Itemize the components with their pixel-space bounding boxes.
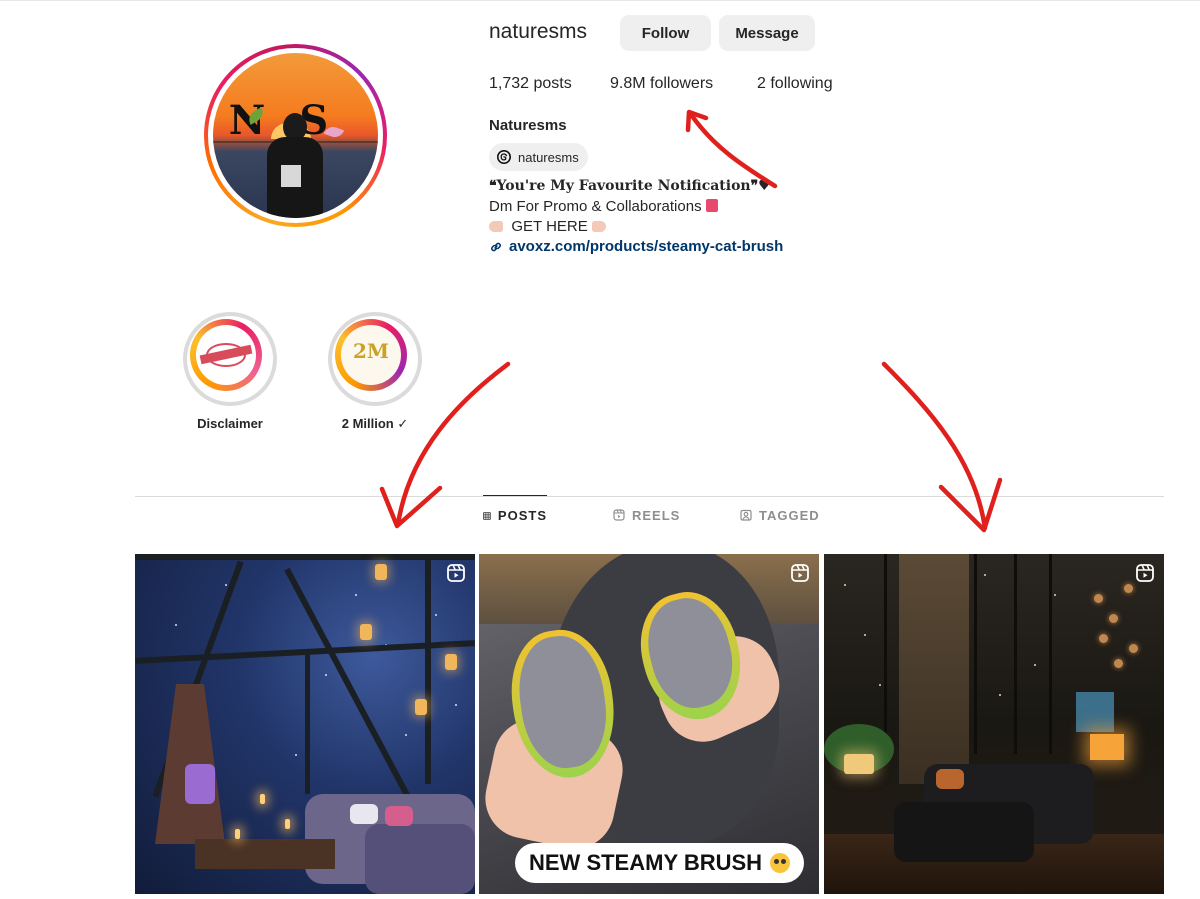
coffee-table — [195, 839, 335, 869]
tagged-icon — [740, 509, 752, 521]
bio-line-3-text: GET HERE — [511, 218, 588, 235]
disclaimer-stamp-icon — [190, 319, 262, 391]
pointing-hand-icon — [591, 221, 606, 232]
reel-icon — [1136, 564, 1154, 582]
bio-line-1: ❝You're My Favourite Notification❞♥ — [489, 178, 771, 194]
2m-gold-icon: 2M — [335, 319, 407, 391]
posts-count: 1,732 posts — [489, 75, 572, 92]
top-divider — [0, 0, 1200, 1]
tab-reels-label: REELS — [632, 507, 681, 523]
arrow-to-followers — [687, 110, 778, 189]
highlight-2-million[interactable]: 2M 2 Million ✓ — [328, 312, 422, 432]
table-lamp — [844, 754, 874, 774]
reel-icon — [447, 564, 465, 582]
profile-username: naturesms — [489, 20, 588, 43]
highlight-ring — [183, 312, 277, 406]
pointing-hand-icon — [489, 221, 503, 232]
reel-icon — [791, 564, 809, 582]
mailbox-icon — [705, 199, 718, 212]
tab-tagged-label: TAGGED — [759, 507, 820, 523]
highlight-ring: 2M — [328, 312, 422, 406]
bio-line-3: GET HERE — [489, 218, 606, 235]
fireplace-flame — [1090, 734, 1124, 760]
following-count[interactable]: 2 following — [757, 75, 833, 93]
bio-website-url[interactable]: avoxz.com/products/steamy-cat-brush — [509, 238, 783, 255]
followers-count[interactable]: 9.8M followers — [610, 75, 713, 93]
gold-2m-glyph: 2M — [353, 339, 390, 363]
avatar-image: NS — [213, 53, 378, 218]
post-thumbnail-1[interactable] — [135, 554, 475, 894]
tab-tagged[interactable]: TAGGED — [740, 495, 820, 535]
bio-line-2: Dm For Promo & Collaborations — [489, 198, 718, 215]
threads-badge[interactable]: naturesms — [489, 143, 588, 171]
avatar-person-silhouette — [263, 113, 327, 218]
fireplace-glow — [185, 764, 215, 804]
message-button[interactable]: Message — [719, 15, 815, 51]
tab-reels[interactable]: REELS — [613, 495, 680, 535]
profile-avatar[interactable]: NS — [204, 44, 387, 227]
highlight-label: Disclaimer — [197, 416, 263, 431]
flushed-face-icon — [770, 853, 791, 873]
tv-screen — [1076, 692, 1114, 732]
bio-line-2-text: Dm For Promo & Collaborations — [489, 198, 702, 215]
post-thumbnail-2[interactable]: NEW STEAMY BRUSH — [479, 554, 819, 894]
stone-pillar — [899, 554, 969, 784]
link-icon — [491, 242, 501, 251]
post-caption-text: NEW STEAMY BRUSH — [529, 850, 763, 875]
profile-full-name: Naturesms — [489, 117, 567, 134]
threads-handle: naturesms — [518, 149, 579, 165]
grid-icon — [483, 511, 491, 520]
bio-website-link[interactable]: avoxz.com/products/steamy-cat-brush — [489, 238, 783, 255]
tab-posts[interactable]: POSTS — [483, 495, 547, 535]
tab-posts-label: POSTS — [497, 508, 547, 523]
highlight-disclaimer[interactable]: Disclaimer — [183, 312, 277, 431]
post-caption-overlay: NEW STEAMY BRUSH — [515, 843, 805, 883]
threads-icon — [497, 150, 511, 164]
highlight-label: 2 Million ✓ — [341, 416, 409, 431]
follow-button[interactable]: Follow — [620, 15, 711, 51]
reels-icon — [613, 509, 625, 521]
post-thumbnail-3[interactable] — [824, 554, 1164, 894]
arrow-to-third-post — [881, 361, 988, 531]
